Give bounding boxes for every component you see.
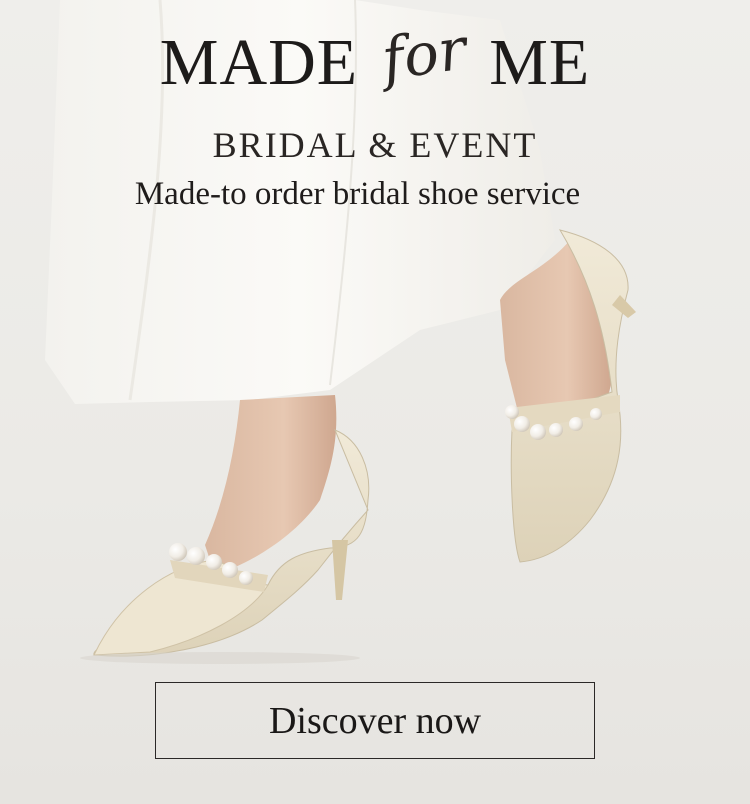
- promo-banner[interactable]: MADE for ME BRIDAL & EVENT Made-to order…: [0, 0, 750, 804]
- headline-script-for: for: [377, 14, 471, 94]
- tagline: Made-to order bridal shoe service: [134, 176, 581, 212]
- headline-me: ME: [489, 26, 591, 99]
- headline-made: MADE: [159, 26, 359, 99]
- left-leg: [205, 395, 337, 575]
- discover-now-button[interactable]: Discover now: [155, 682, 595, 759]
- headline: MADE for ME: [0, 14, 750, 96]
- subheading: BRIDAL & EVENT: [212, 125, 538, 165]
